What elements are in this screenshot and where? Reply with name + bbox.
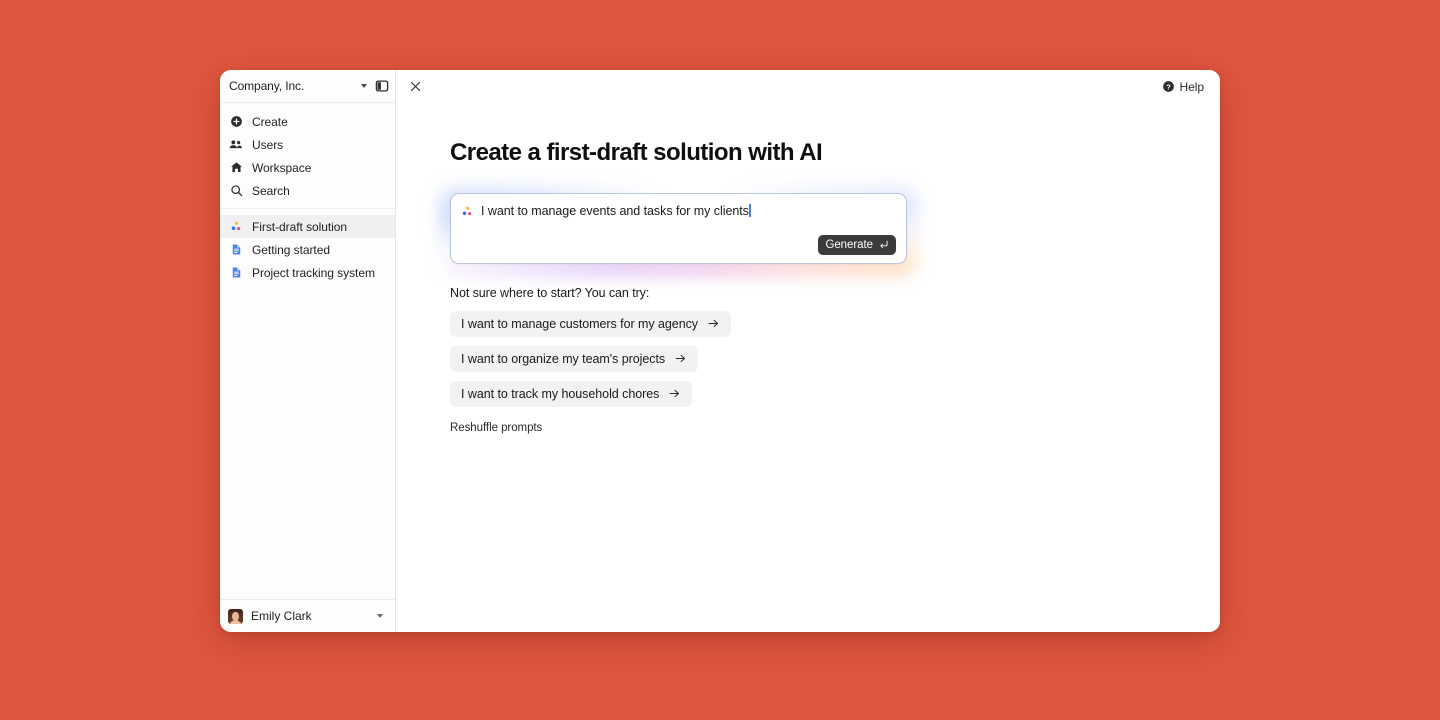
sidebar-item-label: Workspace <box>252 160 312 175</box>
sparkle-icon <box>461 204 474 218</box>
prompt-row: I want to manage events and tasks for my… <box>461 203 896 219</box>
main-content: ? Help Create a first-draft solution wit… <box>396 70 1220 632</box>
help-button[interactable]: ? Help <box>1158 77 1208 97</box>
sidebar-item-label: Getting started <box>252 242 330 257</box>
sidebar-item-search[interactable]: Search <box>220 179 395 202</box>
sidebar-item-users[interactable]: Users <box>220 133 395 156</box>
org-switcher[interactable]: Company, Inc. <box>220 70 395 103</box>
sidebar-item-label: Users <box>252 137 284 152</box>
prompt-actions: Generate <box>461 234 896 255</box>
sidebar-item-getting-started[interactable]: Getting started <box>220 238 395 261</box>
close-icon[interactable] <box>406 78 424 96</box>
sidebar-item-project-tracking-system[interactable]: Project tracking system <box>220 261 395 284</box>
sidebar-item-create[interactable]: Create <box>220 110 395 133</box>
enter-return-icon <box>878 239 889 250</box>
prompt-input-box[interactable]: I want to manage events and tasks for my… <box>450 192 907 264</box>
sparkle-icon <box>229 220 243 234</box>
page-title: Create a first-draft solution with AI <box>450 139 823 166</box>
home-icon <box>229 161 243 175</box>
primary-nav: Create Users Workspace Search <box>220 103 395 209</box>
arrow-right-icon <box>668 387 681 400</box>
suggestion-chip[interactable]: I want to manage customers for my agency <box>450 310 731 337</box>
sidebar-item-label: First-draft solution <box>252 219 348 234</box>
suggestion-chip-label: I want to manage customers for my agency <box>461 316 698 331</box>
suggestion-chip-label: I want to organize my team's projects <box>461 351 666 366</box>
user-name: Emily Clark <box>251 609 312 623</box>
main-body: Create a first-draft solution with AI I … <box>396 103 1220 632</box>
org-name: Company, Inc. <box>229 79 305 93</box>
suggestion-chip[interactable]: I want to organize my team's projects <box>450 345 699 372</box>
prompt-input-value: I want to manage events and tasks for my… <box>481 203 749 218</box>
generate-label: Generate <box>825 238 873 251</box>
sidebar-item-first-draft-solution[interactable]: First-draft solution <box>220 215 395 238</box>
prompt-input[interactable]: I want to manage events and tasks for my… <box>481 203 751 219</box>
user-menu[interactable]: Emily Clark <box>220 599 395 632</box>
sidebar-toggle-icon[interactable] <box>375 79 389 93</box>
text-caret <box>749 203 751 217</box>
main-topbar: ? Help <box>396 70 1220 103</box>
reshuffle-prompts-button[interactable]: Reshuffle prompts <box>450 420 542 436</box>
avatar <box>228 608 243 624</box>
sidebar-item-label: Search <box>252 183 290 198</box>
arrow-right-icon <box>674 352 687 365</box>
chevron-down-icon <box>361 84 367 88</box>
chevron-down-icon <box>377 614 383 618</box>
sidebar-item-workspace[interactable]: Workspace <box>220 156 395 179</box>
search-icon <box>229 184 243 198</box>
arrow-right-icon <box>707 317 720 330</box>
document-icon <box>229 243 243 257</box>
sidebar-item-label: Create <box>252 114 288 129</box>
suggestion-chip-label: I want to track my household chores <box>461 386 660 401</box>
document-list: First-draft solution Getting started Pro… <box>220 209 395 284</box>
prompt-area: I want to manage events and tasks for my… <box>438 183 919 277</box>
help-circle-icon: ? <box>1162 80 1175 93</box>
generate-button[interactable]: Generate <box>818 234 896 255</box>
suggestion-chip[interactable]: I want to track my household chores <box>450 380 693 407</box>
sidebar-item-label: Project tracking system <box>252 265 375 280</box>
document-icon <box>229 266 243 280</box>
help-label: Help <box>1179 79 1205 94</box>
svg-text:?: ? <box>1166 82 1171 91</box>
suggestion-chip-list: I want to manage customers for my agency… <box>450 310 1220 407</box>
sidebar: Company, Inc. Create Users Workspace Sea… <box>220 70 396 632</box>
people-icon <box>229 138 243 152</box>
plus-circle-icon <box>229 115 243 129</box>
app-window: Company, Inc. Create Users Workspace Sea… <box>220 70 1220 632</box>
suggestions-heading: Not sure where to start? You can try: <box>450 285 650 300</box>
